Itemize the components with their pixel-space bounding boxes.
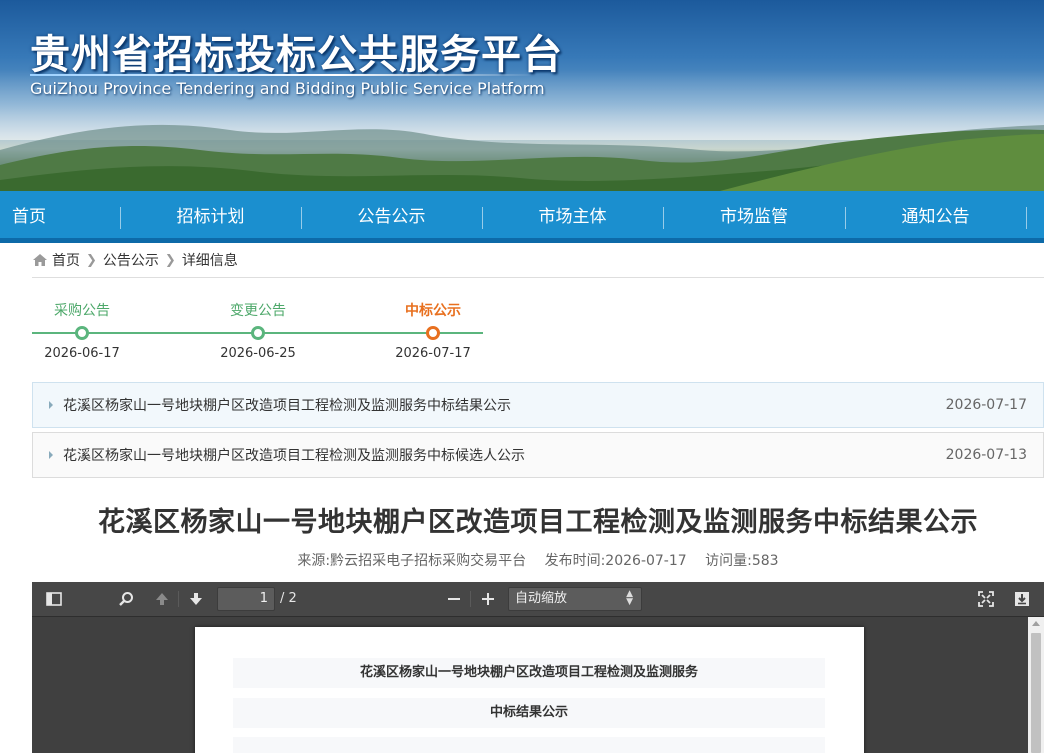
scroll-up-arrow-icon[interactable] [1032,621,1040,626]
timeline-step-date: 2026-06-17 [44,346,120,361]
pdf-document-heading: 花溪区杨家山一号地块棚户区改造项目工程检测及监测服务 [233,658,825,688]
search-icon[interactable] [114,588,138,610]
breadcrumb: 首页 ❯ 公告公示 ❯ 详细信息 [32,250,238,270]
announcement-timeline: 采购公告 2026-06-17 变更公告 2026-06-25 中标公示 202… [32,296,492,366]
nav-divider [845,207,846,229]
article-publish-time: 发布时间:2026-07-17 [544,553,687,569]
related-announcement-title[interactable]: 花溪区杨家山一号地块棚户区改造项目工程检测及监测服务中标候选人公示 [63,445,946,465]
related-announcement-date: 2026-07-17 [945,397,1027,413]
nav-item-home[interactable]: 首页 [0,191,120,238]
article-meta: 来源:黔云招采电子招标采购交易平台 发布时间:2026-07-17 访问量:58… [0,550,1044,570]
page-total: / 2 [280,591,297,606]
caret-right-icon [49,401,53,409]
zoom-in-icon[interactable] [476,588,500,610]
chevron-right-icon: ❯ [86,252,97,268]
nav-divider [301,207,302,229]
home-icon [33,254,47,266]
chevron-right-icon: ❯ [164,252,176,268]
nav-item-notices[interactable]: 通知公告 [845,191,1026,238]
article-source: 来源:黔云招采电子招标采购交易平台 [297,553,527,569]
breadcrumb-home[interactable]: 首页 [52,250,80,270]
nav-divider [663,207,664,229]
toolbar-divider [470,591,471,607]
timeline-step-label[interactable]: 采购公告 [54,300,110,320]
header-banner: 贵州省招标投标公共服务平台 GuiZhou Province Tendering… [0,0,1044,191]
nav-item-announcements[interactable]: 公告公示 [301,191,482,238]
nav-item-market-entities[interactable]: 市场主体 [482,191,663,238]
timeline-step-date: 2026-07-17 [395,346,471,361]
previous-page-icon[interactable] [150,588,174,610]
nav-item-market-supervision[interactable]: 市场监管 [663,191,845,238]
nav-divider [120,207,121,229]
related-announcement-item[interactable]: 花溪区杨家山一号地块棚户区改造项目工程检测及监测服务中标结果公示 2026-07… [32,382,1044,428]
pdf-text-block [233,737,825,753]
article-visit-count: 访问量:583 [705,553,779,569]
related-announcement-date: 2026-07-13 [945,447,1027,463]
breadcrumb-divider [32,277,1044,278]
timeline-node[interactable] [251,326,265,340]
page-number-input[interactable]: 1 [217,587,275,611]
related-announcement-title[interactable]: 花溪区杨家山一号地块棚户区改造项目工程检测及监测服务中标结果公示 [63,395,946,415]
breadcrumb-current: 详细信息 [181,253,238,269]
pdf-scrollbar[interactable] [1028,617,1044,753]
timeline-step-label-current[interactable]: 中标公示 [405,300,461,320]
main-nav: 首页 招标计划 公告公示 市场主体 市场监管 通知公告 [0,191,1044,243]
download-icon[interactable] [1010,588,1034,610]
timeline-step-date: 2026-06-25 [220,346,296,361]
pdf-page: 花溪区杨家山一号地块棚户区改造项目工程检测及监测服务 中标结果公示 [195,627,864,753]
site-title: 贵州省招标投标公共服务平台 [30,32,563,78]
toolbar-divider [178,591,179,607]
scrollbar-thumb[interactable] [1031,633,1041,753]
select-arrows-icon: ▲ ▼ [626,589,633,607]
nav-item-tender-plan[interactable]: 招标计划 [120,191,301,238]
pdf-document-subheading: 中标结果公示 [233,698,825,728]
site-subtitle: GuiZhou Province Tendering and Bidding P… [30,79,545,98]
pdf-toolbar: 1 / 2 自动缩放 ▲ ▼ [32,582,1044,617]
related-announcement-item[interactable]: 花溪区杨家山一号地块棚户区改造项目工程检测及监测服务中标候选人公示 2026-0… [32,432,1044,478]
next-page-icon[interactable] [184,588,208,610]
timeline-node[interactable] [75,326,89,340]
fullscreen-icon[interactable] [974,588,998,610]
breadcrumb-announcements[interactable]: 公告公示 [103,250,159,270]
nav-divider [1026,207,1027,229]
timeline-node-current[interactable] [426,326,440,340]
article-title: 花溪区杨家山一号地块棚户区改造项目工程检测及监测服务中标结果公示 [98,507,978,538]
title-underline [30,74,540,76]
zoom-out-icon[interactable] [442,588,466,610]
zoom-select-value: 自动缩放 [515,591,568,606]
zoom-select[interactable]: 自动缩放 ▲ ▼ [508,587,642,611]
sidebar-toggle-icon[interactable] [42,588,66,610]
nav-divider [482,207,483,229]
caret-right-icon [49,451,53,459]
timeline-step-label[interactable]: 变更公告 [230,300,286,320]
pdf-viewer: 1 / 2 自动缩放 ▲ ▼ 花溪区杨家山一号地块棚户区改造项目工程检测及监测服务… [32,582,1044,753]
